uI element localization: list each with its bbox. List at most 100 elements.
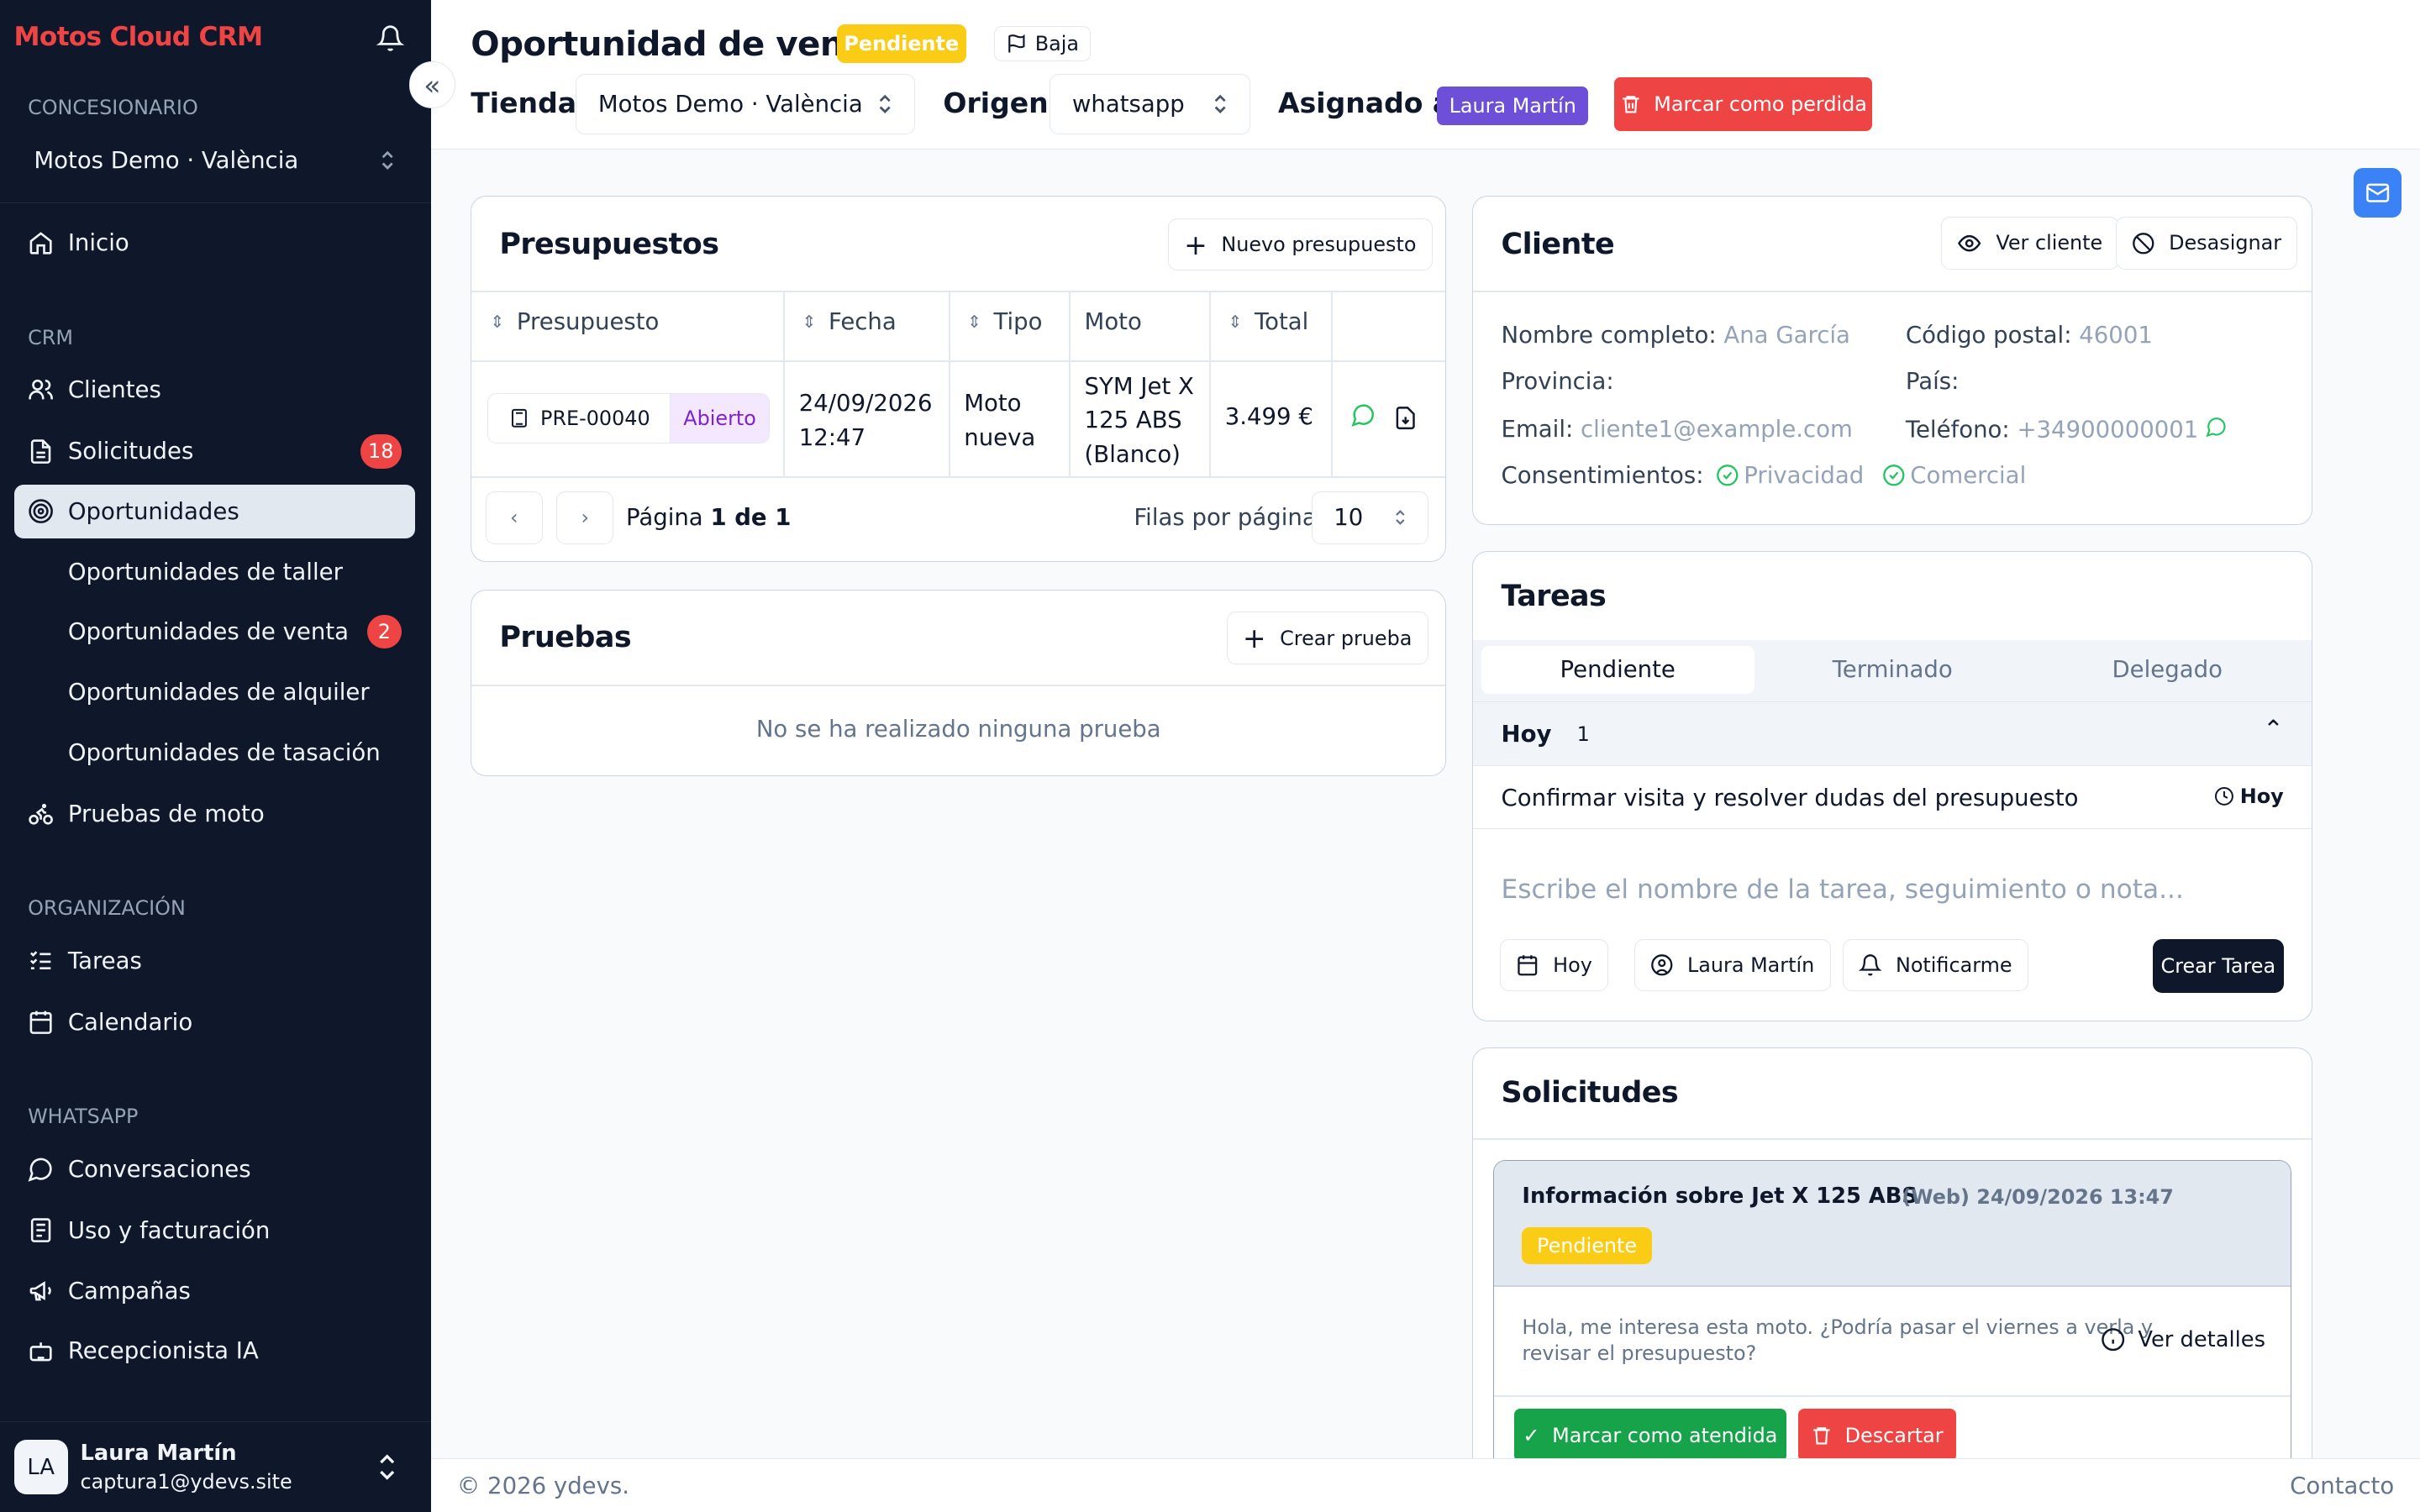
client-name-field: Nombre completo: Ana García (1502, 322, 1850, 349)
task-date-button[interactable]: Hoy (1499, 938, 1609, 992)
quotes-card: Presupuestos + Nuevo presupuesto ⇕ Presup… (471, 196, 1447, 562)
page-header: « Oportunidad de venta Pendiente Baja Ti… (408, 0, 2420, 150)
tasks-tabs: Pendiente Terminado Delegado (1473, 639, 2312, 701)
store-select[interactable]: Motos Demo · València (576, 74, 916, 134)
quote-id-chip[interactable]: PRE-00040 Abierto (487, 392, 770, 444)
next-page-button[interactable]: › (556, 491, 614, 544)
rows-per-page-select[interactable]: 10 (1311, 491, 1429, 544)
field-label: País: (1905, 368, 1960, 396)
tab-delegated[interactable]: Delegado (2031, 646, 2304, 694)
quote-status-badge: Abierto (670, 393, 769, 444)
task-group-header[interactable]: Hoy 1 ⌃ (1473, 701, 2312, 767)
list-item[interactable]: Confirmar visita y resolver dudas del pr… (1473, 766, 2312, 830)
sidebar-item-requests[interactable]: Solicitudes 18 (14, 424, 416, 478)
mark-lost-button[interactable]: Marcar como perdida (1614, 76, 1873, 132)
sidebar-item-appraisal-opportunities[interactable]: Oportunidades de tasación (14, 725, 416, 779)
sidebar-item-sales-opportunities[interactable]: Oportunidades de venta 2 (14, 605, 416, 659)
view-details-button[interactable]: Ver detalles (2101, 1327, 2265, 1352)
client-phone[interactable]: +34900000001 (2017, 417, 2198, 444)
create-test-button[interactable]: + Crear prueba (1226, 612, 1428, 664)
task-group-label: Hoy (1501, 721, 1552, 748)
copyright: © 2026 ydevs. (456, 1473, 630, 1500)
new-task-input[interactable]: Escribe el nombre de la tarea, seguimien… (1502, 874, 2184, 905)
whatsapp-icon[interactable] (2206, 416, 2228, 438)
unassign-button[interactable]: Desasignar (2115, 217, 2298, 270)
discard-button[interactable]: Descartar (1798, 1409, 1956, 1462)
task-due-label: Hoy (2239, 785, 2284, 809)
request-message-line-2: revisar el presupuesto? (1522, 1341, 1757, 1366)
tests-title: Pruebas (499, 621, 632, 655)
request-item[interactable]: Información sobre Jet X 125 ABS (Web) 24… (1493, 1159, 2292, 1496)
field-label: Email: (1501, 416, 1574, 444)
col-header-quote[interactable]: ⇕ Presupuesto (490, 308, 659, 335)
col-header-date[interactable]: ⇕ Fecha (802, 308, 896, 335)
client-zip: 46001 (2079, 322, 2153, 349)
client-email[interactable]: cliente1@example.com (1581, 416, 1853, 443)
sidebar-item-label: Inicio (67, 229, 129, 257)
new-quote-button[interactable]: + Nuevo presupuesto (1167, 218, 1433, 271)
sidebar-item-label: Oportunidades de tasación (67, 738, 381, 766)
tab-done[interactable]: Terminado (1756, 646, 2029, 694)
chevrons-icon (879, 94, 891, 114)
calendar-icon (29, 1011, 52, 1035)
discard-label: Descartar (1844, 1423, 1944, 1447)
tab-pending[interactable]: Pendiente (1481, 645, 1754, 694)
page-value: 1 de 1 (710, 503, 792, 531)
double-chevron-left-icon: « (424, 68, 441, 102)
sidebar-item-label: Campañas (67, 1277, 191, 1305)
task-notify-button[interactable]: Notificarme (1842, 938, 2028, 992)
col-header-type[interactable]: ⇕ Tipo (967, 308, 1043, 335)
sidebar-item-label: Tareas (67, 947, 142, 974)
quote-total: 3.499 € (1224, 403, 1313, 431)
task-title: Confirmar visita y resolver dudas del pr… (1501, 785, 2079, 812)
rows-per-page-label: Filas por página (1134, 503, 1317, 531)
sort-icon: ⇕ (802, 311, 817, 332)
sidebar-item-billing[interactable]: Uso y facturación (14, 1204, 416, 1257)
dealer-select[interactable]: Motos Demo · València (14, 136, 416, 186)
quotes-title: Presupuestos (499, 228, 719, 262)
sidebar-item-campaigns[interactable]: Campañas (14, 1264, 416, 1318)
sidebar-item-opportunities[interactable]: Oportunidades (13, 484, 416, 539)
user-menu[interactable]: LA Laura Martín captura1@ydevs.site (0, 1420, 431, 1512)
task-notify-label: Notificarme (1895, 953, 2012, 978)
check-icon: ✓ (1523, 1423, 1540, 1447)
client-email-field: Email: cliente1@example.com (1502, 416, 1853, 443)
sidebar-item-test-rides[interactable]: Pruebas de moto (14, 787, 416, 841)
prev-page-button[interactable]: ‹ (485, 491, 543, 544)
chevron-right-icon: › (581, 506, 590, 530)
sidebar-item-clients[interactable]: Clientes (14, 363, 416, 417)
col-header-moto[interactable]: Moto (1085, 308, 1142, 335)
sidebar-item-workshop-opportunities[interactable]: Oportunidades de taller (14, 544, 416, 598)
bell-icon[interactable] (376, 24, 405, 52)
sidebar-item-calendar[interactable]: Calendario (14, 995, 416, 1049)
file-icon (30, 439, 51, 464)
field-label: Provincia: (1501, 368, 1614, 396)
col-header-total[interactable]: ⇕ Total (1228, 308, 1308, 335)
assigned-badge[interactable]: Laura Martín (1437, 86, 1589, 125)
target-icon (29, 499, 53, 524)
download-file-icon[interactable] (1393, 405, 1418, 431)
count-badge: 2 (367, 615, 402, 649)
contact-link[interactable]: Contacto (2290, 1473, 2394, 1499)
plus-icon: + (1184, 228, 1207, 261)
inbox-button[interactable] (2354, 168, 2402, 218)
bike-icon (29, 804, 53, 826)
check-circle-icon (1883, 465, 1905, 486)
origin-select[interactable]: whatsapp (1050, 74, 1250, 134)
chevrons-icon (380, 1453, 395, 1480)
home-icon (29, 231, 52, 255)
priority-badge[interactable]: Baja (994, 26, 1091, 62)
client-title: Cliente (1501, 228, 1615, 262)
sidebar-item-ai-receptionist[interactable]: Recepcionista IA (14, 1324, 416, 1378)
create-task-button[interactable]: Crear Tarea (2152, 938, 2284, 994)
sidebar-item-conversations[interactable]: Conversaciones (14, 1142, 416, 1195)
task-assignee-button[interactable]: Laura Martín (1634, 938, 1831, 992)
sidebar-item-home[interactable]: Inicio (14, 216, 416, 270)
mark-attended-button[interactable]: ✓ Marcar como atendida (1514, 1409, 1786, 1462)
mark-lost-label: Marcar como perdida (1654, 92, 1867, 116)
collapse-sidebar-button[interactable]: « (408, 61, 455, 108)
whatsapp-icon[interactable] (1351, 402, 1376, 427)
sidebar-item-tasks[interactable]: Tareas (14, 933, 416, 987)
view-client-button[interactable]: Ver cliente (1941, 217, 2119, 270)
sidebar-item-rental-opportunities[interactable]: Oportunidades de alquiler (14, 665, 416, 719)
